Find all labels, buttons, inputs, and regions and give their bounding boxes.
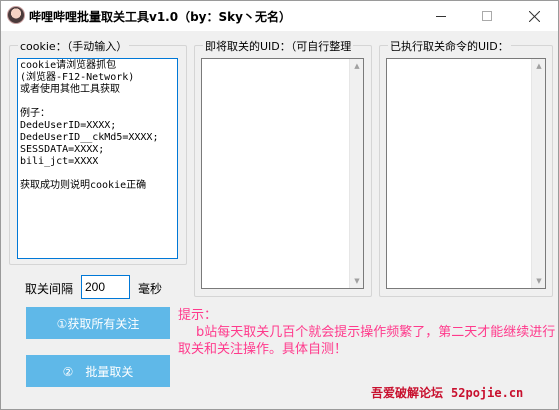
footer-credit: 吾爱破解论坛 52pojie.cn [371, 384, 523, 401]
cookie-text-line: 或者使用其他工具获取 [20, 84, 120, 95]
cookie-text-line: bili_jct=XXXX [20, 156, 99, 167]
minimize-button[interactable] [418, 1, 464, 31]
app-avatar-icon [7, 6, 25, 24]
done-uid-group-label: 已执行取关命令的UID： [388, 38, 511, 54]
interval-label: 取关间隔 [25, 282, 74, 296]
cookie-blank-line [20, 96, 175, 108]
scroll-up-arrow-icon[interactable]: ▲ [532, 59, 545, 73]
cookie-text-line: SESSDATA=XXXX; [20, 144, 105, 155]
cookie-textarea[interactable]: cookie请浏览器抓包 (浏览器-F12-Network) 或者使用其他工具获取例… [17, 58, 178, 259]
scroll-down-arrow-icon[interactable]: ▼ [350, 274, 363, 288]
main-window: 哔哩哔哩批量取关工具v1.0（by：Sky丶无名） cookie：（手动输入） … [0, 0, 559, 410]
window-title: 哔哩哔哩批量取关工具v1.0（by：Sky丶无名） [29, 10, 291, 24]
tip-title: 提示： [178, 308, 218, 323]
close-icon [528, 10, 540, 22]
maximize-button[interactable] [464, 1, 510, 31]
done-uid-textarea[interactable]: ▲ ▼ [386, 58, 546, 289]
get-follows-button[interactable]: ①获取所有关注 [26, 307, 170, 339]
pending-uid-group-label: 即将取关的UID：（可自行整理 [203, 38, 354, 54]
cookie-text-line: DedeUserID__ckMd5=XXXX; [20, 132, 159, 143]
pending-uid-textarea[interactable]: ▲ ▼ [201, 58, 364, 289]
cookie-blank-line [20, 168, 175, 180]
cookie-text-line: DedeUserID=XXXX; [20, 120, 117, 131]
title-bar[interactable]: 哔哩哔哩批量取关工具v1.0（by：Sky丶无名） [1, 1, 558, 31]
minimize-icon [436, 15, 446, 17]
cookie-text-line: 获取成功则说明cookie正确 [20, 180, 147, 191]
cookie-group-label: cookie：（手动输入） [18, 38, 130, 54]
footer-forum-name: 吾爱破解论坛 [371, 386, 444, 400]
batch-unfollow-button[interactable]: ② 批量取关 [26, 355, 170, 387]
cookie-text-line: cookie请浏览器抓包 [20, 60, 117, 71]
close-button[interactable] [511, 1, 557, 31]
tip-body-text: b站每天取关几百个就会提示操作频繁了，第二天才能继续进行取关和关注操作。具体自测… [178, 325, 556, 357]
interval-unit-label: 毫秒 [138, 282, 163, 296]
tip-body: b站每天取关几百个就会提示操作频繁了，第二天才能继续进行取关和关注操作。具体自测… [178, 324, 556, 358]
footer-site: 52pojie.cn [451, 386, 524, 400]
scroll-down-arrow-icon[interactable]: ▼ [532, 274, 545, 288]
interval-input[interactable]: 200 [81, 275, 130, 299]
pending-uid-scrollbar[interactable]: ▲ ▼ [349, 59, 363, 288]
cookie-text-line: (浏览器-F12-Network) [20, 72, 135, 83]
done-uid-scrollbar[interactable]: ▲ ▼ [531, 59, 545, 288]
maximize-icon [482, 11, 492, 21]
cookie-text-line: 例子： [20, 108, 50, 119]
scroll-up-arrow-icon[interactable]: ▲ [350, 59, 363, 73]
